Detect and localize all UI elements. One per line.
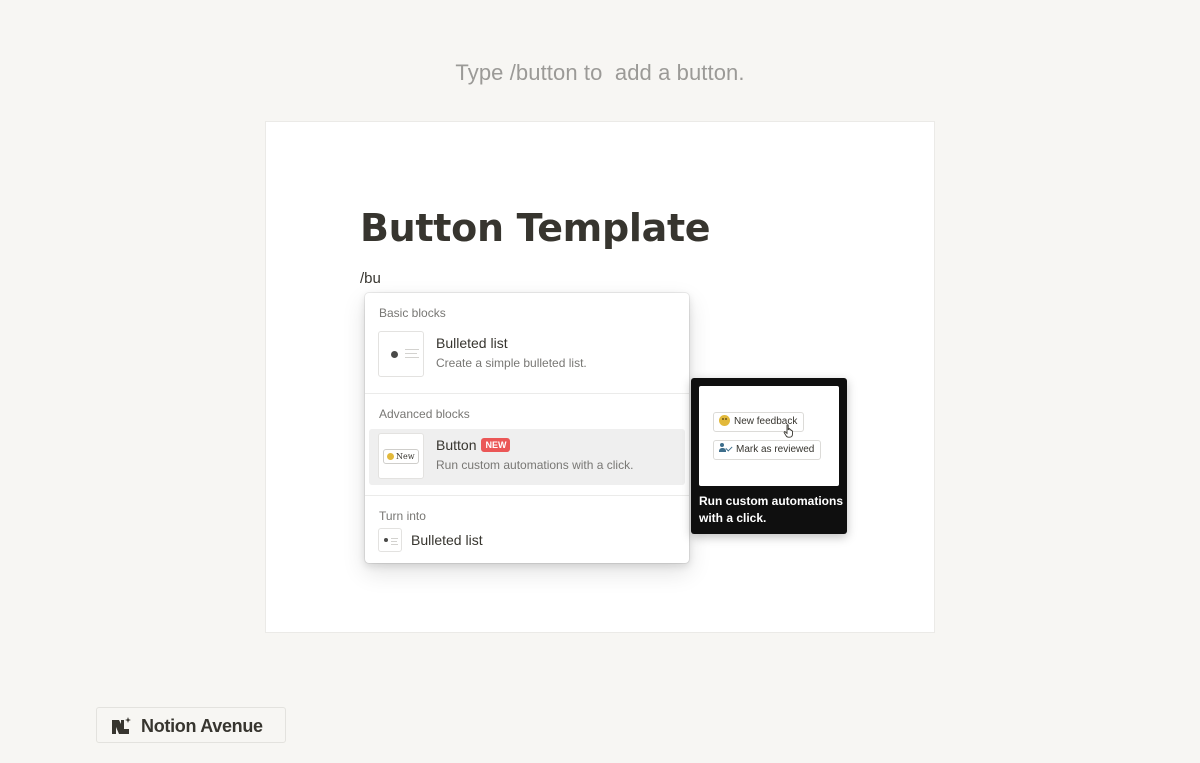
button-icon: New (378, 433, 424, 479)
page-title[interactable]: Button Template (360, 206, 711, 250)
new-badge: NEW (481, 438, 511, 452)
slash-command-input[interactable]: /bu (360, 270, 381, 287)
preview-mark-reviewed-button: Mark as reviewed (713, 440, 822, 460)
menu-item-title: Button NEW (436, 437, 511, 453)
notion-avenue-logo-icon (112, 717, 131, 734)
preview-caption: Run custom automations with a click. (699, 494, 844, 525)
hand-cursor-icon (783, 424, 793, 438)
section-label-advanced-blocks: Advanced blocks (379, 407, 470, 421)
menu-item-description: Create a simple bulleted list. (436, 356, 587, 370)
menu-item-description: Run custom automations with a click. (436, 458, 634, 472)
instruction-hint: Type /button to add a button. (455, 60, 745, 85)
menu-item-title: Bulleted list (436, 335, 508, 351)
section-label-basic-blocks: Basic blocks (379, 306, 446, 320)
menu-item-title: Bulleted list (411, 532, 483, 548)
menu-divider (365, 393, 689, 394)
brand-name: Notion Avenue (141, 716, 263, 736)
brand-badge[interactable]: Notion Avenue (96, 707, 286, 743)
slash-command-menu: Basic blocks Bulleted list Create a simp… (365, 293, 689, 563)
menu-item-bulleted-list[interactable]: Bulleted list Create a simple bulleted l… (369, 327, 685, 383)
section-label-turn-into: Turn into (379, 509, 426, 523)
bulleted-list-icon (378, 331, 424, 377)
menu-item-button[interactable]: New Button NEW Run custom automations wit… (369, 429, 685, 485)
preview-image: New feedback Mark as reviewed (699, 386, 839, 486)
menu-divider (365, 495, 689, 496)
person-check-icon (719, 443, 733, 453)
smile-icon (719, 415, 730, 426)
bulleted-list-icon (378, 528, 402, 552)
block-preview-tooltip: New feedback Mark as reviewed Run custom… (691, 378, 847, 534)
menu-item-turn-into-bulleted-list[interactable]: Bulleted list (369, 525, 685, 553)
